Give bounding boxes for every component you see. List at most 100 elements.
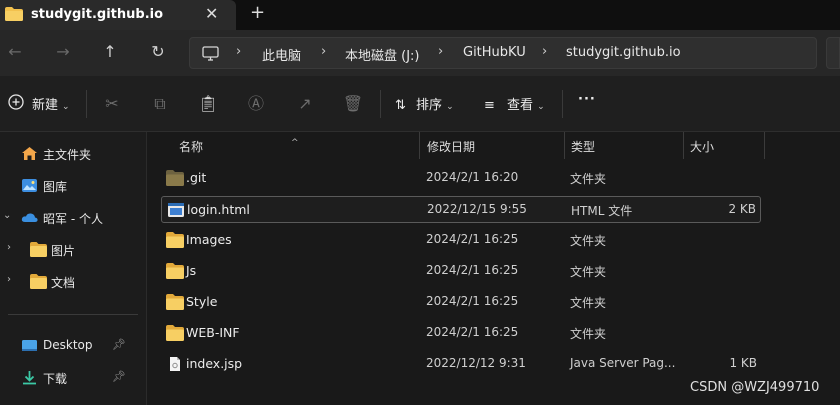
sort-ascending-icon: ^ [291,138,299,148]
file-name: login.html [187,202,250,217]
breadcrumb-githubku[interactable]: GitHubKU [463,45,526,60]
column-header-name[interactable]: 名称 [179,138,203,155]
new-tab-button[interactable]: + [250,2,265,23]
column-header-date[interactable]: 修改日期 [427,138,475,155]
pin-icon[interactable]: 📌︎ [112,370,126,383]
file-row-js[interactable]: Js 2024/2/1 16:25 文件夹 [161,258,761,285]
column-divider[interactable] [419,132,420,159]
chevron-right-icon[interactable]: › [7,274,11,285]
file-size: 1 KB [729,356,757,370]
sidebar-item-documents[interactable]: › 文档 [0,268,146,296]
file-row-git[interactable]: .git 2024/2/1 16:20 文件夹 [161,165,761,192]
column-header-type[interactable]: 类型 [571,138,595,155]
navigation-pane: 主文件夹 图库 ⌄ 昭军 - 个人 › 图片 › 文档 Desktop 📌︎ 下… [0,132,146,405]
close-icon[interactable]: ✕ [205,4,218,23]
sidebar-item-label: 下载 [43,372,68,386]
sidebar-divider [8,314,138,315]
file-type: HTML 文件 [571,204,633,218]
up-arrow-icon[interactable]: ↑ [99,41,121,63]
file-size: 2 KB [728,202,756,216]
toolbar-divider [562,90,563,118]
cut-icon[interactable]: ✂ [101,93,123,115]
new-button[interactable]: 新建 ⌄ [8,94,70,113]
folder-icon [166,294,184,310]
file-row-web-inf[interactable]: WEB-INF 2024/2/1 16:25 文件夹 [161,320,761,347]
tab-title: studygit.github.io [31,7,164,22]
sort-button[interactable]: ⇅ 排序 ⌄ [395,94,454,113]
address-bar[interactable]: › 此电脑 › 本地磁盘 (J:) › GitHubKU › studygit.… [189,37,817,69]
file-type: 文件夹 [570,327,607,341]
new-label: 新建 [32,98,59,113]
sort-label: 排序 [416,98,443,113]
file-type: 文件夹 [570,296,607,310]
back-arrow-icon[interactable]: ← [4,41,26,63]
sidebar-item-label: 主文件夹 [43,148,92,162]
breadcrumb-local-disk[interactable]: 本地磁盘 (J:) [345,45,420,64]
view-button[interactable]: ≡ 查看 ⌄ [484,94,545,113]
file-row-login-html[interactable]: login.html 2022/12/15 9:55 HTML 文件 2 KB [161,196,761,223]
breadcrumb-this-pc[interactable]: 此电脑 [262,45,301,64]
chevron-down-icon: ⌄ [537,102,545,112]
file-name: Images [186,232,232,247]
column-header-size[interactable]: 大小 [690,138,714,155]
sidebar-item-onedrive[interactable]: ⌄ 昭军 - 个人 [0,204,146,232]
file-row-index-jsp[interactable]: index.jsp 2022/12/12 9:31 Java Server Pa… [161,351,761,378]
chevron-down-icon: ⌄ [62,102,70,112]
delete-icon[interactable]: 🗑︎ [342,93,364,115]
jsp-file-icon [170,357,180,371]
file-date: 2024/2/1 16:25 [426,263,519,277]
file-name: index.jsp [186,356,243,371]
more-options-button[interactable]: ··· [578,92,596,107]
plus-circle-icon [8,94,24,110]
breadcrumb-separator: › [542,44,548,59]
file-name: .git [186,170,207,185]
column-divider[interactable] [683,132,684,159]
file-date: 2024/2/1 16:25 [426,232,519,246]
breadcrumb-separator: › [321,44,327,59]
chevron-down-icon[interactable]: ⌄ [3,210,11,221]
command-bar: 新建 ⌄ ✂ ⧉ 📋︎ Ⓐ ↗ 🗑︎ ⇅ 排序 ⌄ ≡ 查看 ⌄ ··· [0,76,840,132]
copy-icon[interactable]: ⧉ [149,93,171,115]
sidebar-item-gallery[interactable]: 图库 [0,172,146,200]
breadcrumb-studygit[interactable]: studygit.github.io [566,45,681,60]
file-date: 2024/2/1 16:25 [426,294,519,308]
folder-icon [166,170,184,186]
column-divider[interactable] [564,132,565,159]
sidebar-item-pictures[interactable]: › 图片 [0,236,146,264]
chevron-right-icon[interactable]: › [7,242,11,253]
file-name: WEB-INF [186,325,240,340]
file-date: 2024/2/1 16:20 [426,170,519,184]
file-type: 文件夹 [570,172,607,186]
sidebar-item-home[interactable]: 主文件夹 [0,140,146,168]
paste-icon[interactable]: 📋︎ [197,93,219,115]
search-box[interactable] [826,37,840,69]
sidebar-item-desktop[interactable]: Desktop 📌︎ [0,332,146,360]
view-label: 查看 [507,98,534,113]
sidebar-item-label: 昭军 - 个人 [43,212,103,226]
desktop-icon [22,340,37,351]
file-type: Java Server Pag... [570,356,676,370]
breadcrumb-separator: › [236,44,242,59]
pin-icon[interactable]: 📌︎ [112,338,126,351]
file-date: 2022/12/15 9:55 [427,202,527,216]
file-row-style[interactable]: Style 2024/2/1 16:25 文件夹 [161,289,761,316]
column-headers: ^ 名称 修改日期 类型 大小 [147,132,840,159]
sort-icon: ⇅ [395,98,406,113]
folder-icon [30,274,47,289]
file-list: ^ 名称 修改日期 类型 大小 .git 2024/2/1 16:20 文件夹 … [146,132,840,405]
tab-bar: studygit.github.io ✕ + [0,0,840,30]
folder-icon [166,232,184,248]
file-type: 文件夹 [570,265,607,279]
gallery-icon [22,179,37,192]
tab-studygit[interactable]: studygit.github.io ✕ [0,0,236,30]
file-row-images[interactable]: Images 2024/2/1 16:25 文件夹 [161,227,761,254]
refresh-icon[interactable]: ↻ [147,41,169,63]
breadcrumb-separator: › [438,44,444,59]
forward-arrow-icon[interactable]: → [52,41,74,63]
column-divider[interactable] [764,132,765,159]
share-icon[interactable]: ↗ [294,93,316,115]
sidebar-item-downloads[interactable]: 下载 📌︎ [0,364,146,392]
sidebar-item-label: 图库 [43,180,68,194]
onedrive-icon [21,213,38,222]
rename-icon[interactable]: Ⓐ [245,93,267,115]
